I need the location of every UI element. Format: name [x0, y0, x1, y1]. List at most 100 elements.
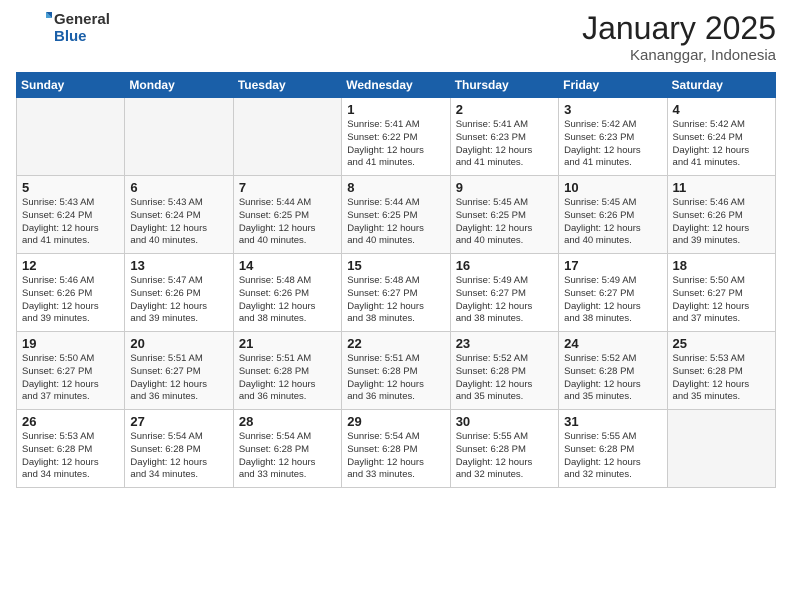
calendar-cell: 7 Sunrise: 5:44 AM Sunset: 6:25 PM Daylig…	[233, 176, 341, 254]
calendar-cell: 28 Sunrise: 5:54 AM Sunset: 6:28 PM Dayli…	[233, 410, 341, 488]
day-info: Sunrise: 5:53 AM Sunset: 6:28 PM Dayligh…	[22, 431, 119, 482]
day-info: Sunrise: 5:42 AM Sunset: 6:23 PM Dayligh…	[564, 119, 661, 170]
week-row-2: 12Sunrise: 5:46 AM Sunset: 6:26 PM Dayli…	[17, 254, 776, 332]
day-number: 8	[347, 180, 444, 195]
week-row-3: 19 Sunrise: 5:50 AM Sunset: 6:27 PM Dayli…	[17, 332, 776, 410]
logo-svg	[16, 10, 52, 46]
logo: General Blue	[16, 10, 110, 46]
calendar-cell: 17 Sunrise: 5:49 AM Sunset: 6:27 PM Dayli…	[559, 254, 667, 332]
day-info: Sunrise: 5:47 AM Sunset: 6:26 PM Dayligh…	[130, 275, 227, 326]
day-info: Sunrise: 5:52 AM Sunset: 6:28 PM Dayligh…	[456, 353, 553, 404]
day-info: Sunrise: 5:51 AM Sunset: 6:27 PM Dayligh…	[130, 353, 227, 404]
day-number: 28	[239, 414, 336, 429]
calendar-cell	[125, 98, 233, 176]
day-info: Sunrise: 5:44 AM Sunset: 6:25 PM Dayligh…	[239, 197, 336, 248]
calendar-cell: 11Sunrise: 5:46 AM Sunset: 6:26 PM Dayli…	[667, 176, 775, 254]
calendar-cell	[233, 98, 341, 176]
day-number: 17	[564, 258, 661, 273]
day-number: 24	[564, 336, 661, 351]
calendar-cell: 1Sunrise: 5:41 AM Sunset: 6:22 PM Daylig…	[342, 98, 450, 176]
day-number: 4	[673, 102, 770, 117]
week-row-1: 5 Sunrise: 5:43 AM Sunset: 6:24 PM Daylig…	[17, 176, 776, 254]
day-info: Sunrise: 5:50 AM Sunset: 6:27 PM Dayligh…	[673, 275, 770, 326]
calendar-cell: 22Sunrise: 5:51 AM Sunset: 6:28 PM Dayli…	[342, 332, 450, 410]
day-info: Sunrise: 5:52 AM Sunset: 6:28 PM Dayligh…	[564, 353, 661, 404]
day-info: Sunrise: 5:44 AM Sunset: 6:25 PM Dayligh…	[347, 197, 444, 248]
day-info: Sunrise: 5:54 AM Sunset: 6:28 PM Dayligh…	[347, 431, 444, 482]
calendar-cell: 20 Sunrise: 5:51 AM Sunset: 6:27 PM Dayli…	[125, 332, 233, 410]
day-info: Sunrise: 5:49 AM Sunset: 6:27 PM Dayligh…	[456, 275, 553, 326]
calendar-cell: 29Sunrise: 5:54 AM Sunset: 6:28 PM Dayli…	[342, 410, 450, 488]
calendar-cell: 4 Sunrise: 5:42 AM Sunset: 6:24 PM Daylig…	[667, 98, 775, 176]
calendar-cell: 25Sunrise: 5:53 AM Sunset: 6:28 PM Dayli…	[667, 332, 775, 410]
day-info: Sunrise: 5:51 AM Sunset: 6:28 PM Dayligh…	[239, 353, 336, 404]
day-info: Sunrise: 5:54 AM Sunset: 6:28 PM Dayligh…	[130, 431, 227, 482]
calendar-cell: 26Sunrise: 5:53 AM Sunset: 6:28 PM Dayli…	[17, 410, 125, 488]
day-info: Sunrise: 5:54 AM Sunset: 6:28 PM Dayligh…	[239, 431, 336, 482]
day-number: 16	[456, 258, 553, 273]
day-info: Sunrise: 5:43 AM Sunset: 6:24 PM Dayligh…	[22, 197, 119, 248]
calendar-cell: 27Sunrise: 5:54 AM Sunset: 6:28 PM Dayli…	[125, 410, 233, 488]
title-location: Kananggar, Indonesia	[582, 47, 776, 64]
weekday-header-sunday: Sunday	[17, 73, 125, 98]
calendar-cell: 2 Sunrise: 5:41 AM Sunset: 6:23 PM Daylig…	[450, 98, 558, 176]
calendar-cell: 10 Sunrise: 5:45 AM Sunset: 6:26 PM Dayli…	[559, 176, 667, 254]
calendar-cell: 12Sunrise: 5:46 AM Sunset: 6:26 PM Dayli…	[17, 254, 125, 332]
calendar-cell: 13 Sunrise: 5:47 AM Sunset: 6:26 PM Dayli…	[125, 254, 233, 332]
calendar-cell: 9 Sunrise: 5:45 AM Sunset: 6:25 PM Daylig…	[450, 176, 558, 254]
calendar-cell: 21Sunrise: 5:51 AM Sunset: 6:28 PM Dayli…	[233, 332, 341, 410]
day-number: 2	[456, 102, 553, 117]
day-info: Sunrise: 5:45 AM Sunset: 6:26 PM Dayligh…	[564, 197, 661, 248]
day-number: 3	[564, 102, 661, 117]
weekday-header-wednesday: Wednesday	[342, 73, 450, 98]
day-number: 13	[130, 258, 227, 273]
calendar-cell: 15 Sunrise: 5:48 AM Sunset: 6:27 PM Dayli…	[342, 254, 450, 332]
calendar-cell	[667, 410, 775, 488]
day-number: 19	[22, 336, 119, 351]
day-number: 15	[347, 258, 444, 273]
day-info: Sunrise: 5:55 AM Sunset: 6:28 PM Dayligh…	[564, 431, 661, 482]
day-number: 14	[239, 258, 336, 273]
day-info: Sunrise: 5:50 AM Sunset: 6:27 PM Dayligh…	[22, 353, 119, 404]
weekday-header-saturday: Saturday	[667, 73, 775, 98]
day-info: Sunrise: 5:41 AM Sunset: 6:23 PM Dayligh…	[456, 119, 553, 170]
day-info: Sunrise: 5:49 AM Sunset: 6:27 PM Dayligh…	[564, 275, 661, 326]
day-info: Sunrise: 5:48 AM Sunset: 6:27 PM Dayligh…	[347, 275, 444, 326]
weekday-header-tuesday: Tuesday	[233, 73, 341, 98]
calendar-cell: 24 Sunrise: 5:52 AM Sunset: 6:28 PM Dayli…	[559, 332, 667, 410]
calendar-body: 1Sunrise: 5:41 AM Sunset: 6:22 PM Daylig…	[17, 98, 776, 488]
weekday-header-row: SundayMondayTuesdayWednesdayThursdayFrid…	[17, 73, 776, 98]
title-month: January 2025	[582, 10, 776, 47]
day-info: Sunrise: 5:45 AM Sunset: 6:25 PM Dayligh…	[456, 197, 553, 248]
day-number: 20	[130, 336, 227, 351]
day-info: Sunrise: 5:51 AM Sunset: 6:28 PM Dayligh…	[347, 353, 444, 404]
day-info: Sunrise: 5:46 AM Sunset: 6:26 PM Dayligh…	[22, 275, 119, 326]
day-info: Sunrise: 5:43 AM Sunset: 6:24 PM Dayligh…	[130, 197, 227, 248]
calendar-table: SundayMondayTuesdayWednesdayThursdayFrid…	[16, 72, 776, 488]
calendar-cell: 18 Sunrise: 5:50 AM Sunset: 6:27 PM Dayli…	[667, 254, 775, 332]
day-number: 5	[22, 180, 119, 195]
week-row-0: 1Sunrise: 5:41 AM Sunset: 6:22 PM Daylig…	[17, 98, 776, 176]
day-number: 9	[456, 180, 553, 195]
calendar-cell: 31 Sunrise: 5:55 AM Sunset: 6:28 PM Dayli…	[559, 410, 667, 488]
day-number: 10	[564, 180, 661, 195]
calendar-cell: 23Sunrise: 5:52 AM Sunset: 6:28 PM Dayli…	[450, 332, 558, 410]
calendar-cell	[17, 98, 125, 176]
page: General Blue January 2025 Kananggar, Ind…	[0, 0, 792, 612]
day-info: Sunrise: 5:42 AM Sunset: 6:24 PM Dayligh…	[673, 119, 770, 170]
day-number: 18	[673, 258, 770, 273]
day-number: 30	[456, 414, 553, 429]
weekday-header-monday: Monday	[125, 73, 233, 98]
day-number: 7	[239, 180, 336, 195]
day-number: 31	[564, 414, 661, 429]
header: General Blue January 2025 Kananggar, Ind…	[16, 10, 776, 64]
logo-blue: Blue	[54, 28, 110, 45]
calendar-cell: 3 Sunrise: 5:42 AM Sunset: 6:23 PM Daylig…	[559, 98, 667, 176]
title-block: January 2025 Kananggar, Indonesia	[582, 10, 776, 64]
calendar-cell: 19 Sunrise: 5:50 AM Sunset: 6:27 PM Dayli…	[17, 332, 125, 410]
day-info: Sunrise: 5:55 AM Sunset: 6:28 PM Dayligh…	[456, 431, 553, 482]
calendar-cell: 14Sunrise: 5:48 AM Sunset: 6:26 PM Dayli…	[233, 254, 341, 332]
day-info: Sunrise: 5:53 AM Sunset: 6:28 PM Dayligh…	[673, 353, 770, 404]
calendar-cell: 30 Sunrise: 5:55 AM Sunset: 6:28 PM Dayli…	[450, 410, 558, 488]
day-number: 6	[130, 180, 227, 195]
